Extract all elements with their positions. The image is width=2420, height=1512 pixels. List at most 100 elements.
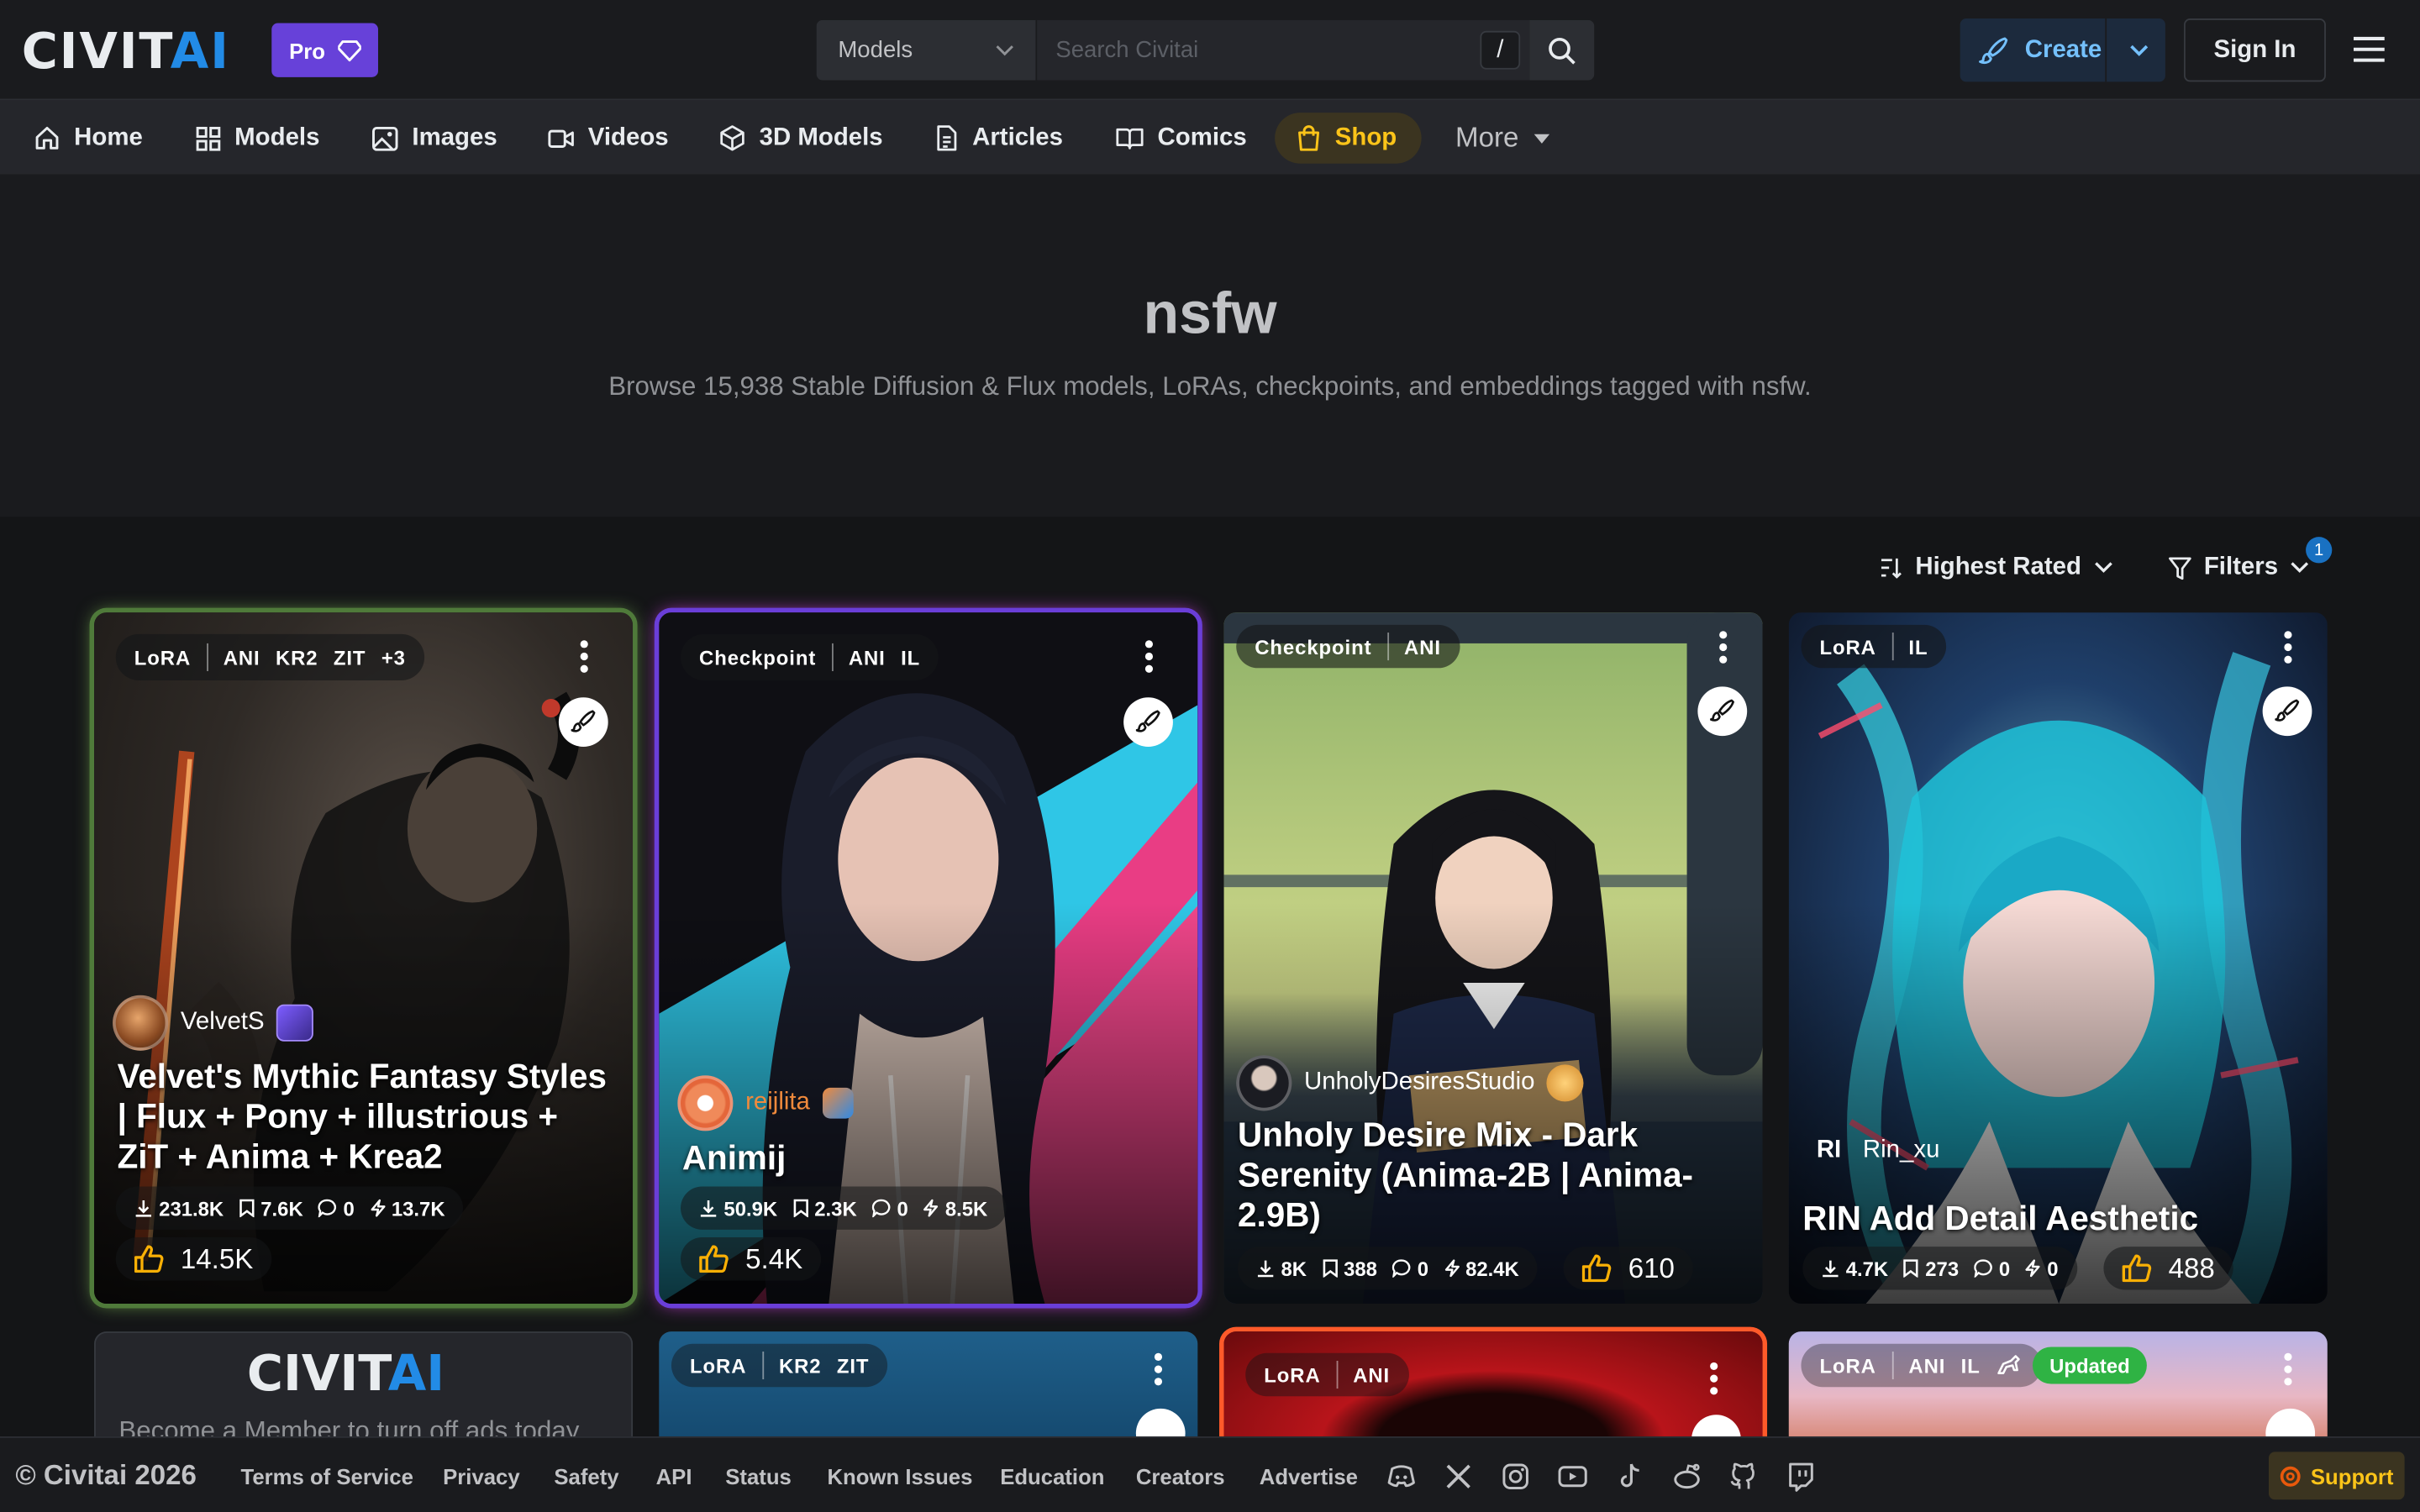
discord-icon[interactable] (1386, 1461, 1417, 1492)
comment-icon (318, 1199, 337, 1218)
footer-link[interactable]: Advertise (1260, 1464, 1358, 1488)
model-card[interactable]: LoRA IL RI Rin_xu RIN Add Detail Aesthet… (1788, 612, 2328, 1305)
model-card[interactable]: Checkpoint ANI UnholyDesiresStudio Unhol… (1223, 612, 1763, 1305)
footer-link[interactable]: Known Issues (827, 1464, 972, 1488)
model-card[interactable]: LoRA ANI IL Updated (1788, 1331, 2328, 1440)
creator-info[interactable]: UnholyDesiresStudio (1236, 1055, 1585, 1111)
more-options-icon[interactable] (2284, 631, 2293, 668)
updated-badge: Updated (2032, 1347, 2147, 1384)
diamond-icon (337, 39, 361, 61)
creator-info[interactable]: VelvetS (113, 995, 314, 1051)
model-type-tags: LoRA ANI KR2 ZIT +3 (115, 633, 424, 680)
footer-link[interactable]: Creators (1136, 1464, 1225, 1488)
brush-icon (2275, 699, 2300, 722)
footer-link[interactable]: Status (725, 1464, 792, 1488)
footer-link[interactable]: Safety (554, 1464, 618, 1488)
creator-info[interactable]: RI Rin_xu (1817, 1137, 1940, 1165)
remix-brush-button[interactable] (2265, 1408, 2316, 1440)
base-model-tag: ZIT (836, 1353, 870, 1378)
nav-3d-models[interactable]: 3D Models (719, 113, 883, 164)
saves-count: 2.3K (814, 1196, 857, 1220)
footer-link[interactable]: API (656, 1464, 692, 1488)
more-options-icon[interactable] (1710, 1362, 1719, 1399)
footer-link[interactable]: Education (1000, 1464, 1104, 1488)
nav-images[interactable]: Images (372, 113, 497, 164)
x-icon[interactable] (1443, 1461, 1474, 1492)
chevron-down-icon[interactable] (2128, 37, 2150, 61)
comments-count: 0 (1998, 1257, 2011, 1280)
search-scope-select[interactable]: Models (816, 19, 1038, 81)
grid-icon (196, 126, 221, 150)
remix-brush-button[interactable] (1697, 686, 1748, 737)
more-options-icon[interactable] (580, 640, 590, 677)
more-options-icon[interactable] (2284, 1352, 2293, 1390)
nav-home[interactable]: Home (34, 113, 143, 164)
filters-button[interactable]: Filters (2169, 554, 2309, 581)
downloads-count: 4.7K (1845, 1257, 1889, 1280)
reddit-icon[interactable] (1671, 1461, 1702, 1492)
model-card[interactable]: LoRA KR2 ZIT (659, 1331, 1198, 1440)
twitch-icon[interactable] (1786, 1461, 1817, 1492)
pro-button[interactable]: Pro (271, 23, 378, 77)
creator-info[interactable]: reijlita (677, 1075, 854, 1131)
page-subtitle: Browse 15,938 Stable Diffusion & Flux mo… (608, 371, 1812, 402)
base-model-tag: KR2 (275, 645, 318, 669)
civitai-logo[interactable]: CIVITAI (22, 26, 230, 76)
filters-label: Filters (2203, 554, 2279, 580)
model-type-tags: LoRA ANI IL (1801, 1343, 2043, 1388)
nav-shop[interactable]: Shop (1275, 113, 1422, 164)
search-button[interactable] (1529, 19, 1595, 81)
remix-brush-button[interactable] (1123, 697, 1173, 747)
nav-label: Home (74, 123, 143, 151)
model-card[interactable]: LoRA ANI (1223, 1331, 1763, 1440)
remix-brush-button[interactable] (558, 697, 608, 747)
tag-divider (1336, 1360, 1338, 1389)
sign-in-button[interactable]: Sign In (2183, 18, 2326, 82)
more-options-icon[interactable] (1144, 640, 1155, 677)
footer-copyright: © Civitai 2026 (15, 1458, 197, 1490)
more-options-icon[interactable] (1154, 1352, 1164, 1390)
bolt-icon (2026, 1259, 2041, 1278)
nav-videos[interactable]: Videos (548, 113, 669, 164)
avatar (677, 1075, 734, 1131)
likes-badge[interactable]: 5.4K (680, 1237, 822, 1281)
base-model-tag: ANI (1404, 634, 1441, 659)
youtube-icon[interactable] (1557, 1461, 1588, 1492)
model-stats: 231.8K 7.6K 0 13.7K (115, 1186, 464, 1230)
brush-icon (571, 710, 596, 732)
avatar (1236, 1055, 1292, 1111)
footer-link[interactable]: Terms of Service (241, 1464, 413, 1488)
nav-articles[interactable]: Articles (935, 113, 1063, 164)
instagram-icon[interactable] (1500, 1461, 1531, 1492)
hamburger-menu-icon[interactable] (2349, 31, 2390, 68)
model-card[interactable]: LoRA ANI KR2 ZIT +3 VelvetS Velvet's Myt… (94, 612, 634, 1305)
tiktok-icon[interactable] (1614, 1461, 1645, 1492)
model-title: Unholy Desire Mix - Dark Serenity (Anima… (1238, 1115, 1694, 1235)
likes-badge[interactable]: 610 (1563, 1247, 1693, 1290)
model-type: LoRA (134, 645, 192, 669)
nav-comics[interactable]: Comics (1116, 113, 1247, 164)
nav-models[interactable]: Models (196, 113, 319, 164)
buzz-stat: 8.5K (923, 1196, 987, 1220)
ad-card[interactable]: CIVITAI Become a Member to turn off ads … (94, 1331, 634, 1440)
download-icon (135, 1200, 151, 1217)
more-options-icon[interactable] (1719, 631, 1728, 668)
tag-divider (1891, 633, 1894, 661)
remix-brush-button[interactable] (2262, 686, 2312, 737)
model-type-tags: LoRA ANI (1245, 1352, 1409, 1397)
tag-divider (1891, 1351, 1894, 1380)
footer-link[interactable]: Privacy (443, 1464, 520, 1488)
likes-badge[interactable]: 14.5K (115, 1237, 272, 1281)
nav-more[interactable]: More (1455, 113, 1551, 164)
remix-brush-button[interactable] (1135, 1408, 1186, 1440)
sort-dropdown[interactable]: Highest Rated (1880, 554, 2112, 581)
github-icon[interactable] (1728, 1461, 1760, 1492)
avatar (113, 995, 169, 1051)
search-input[interactable] (1055, 37, 1457, 64)
ad-logo: CIVITAI (247, 1348, 445, 1398)
support-button[interactable]: Support (2268, 1452, 2405, 1500)
likes-badge[interactable]: 488 (2103, 1247, 2233, 1290)
create-button[interactable]: Create (1960, 18, 2165, 82)
main-nav: Home Models Images Videos 3D Models Arti… (0, 100, 2420, 175)
model-card[interactable]: Checkpoint ANI IL reijlita Animij 50.9K … (659, 612, 1198, 1305)
